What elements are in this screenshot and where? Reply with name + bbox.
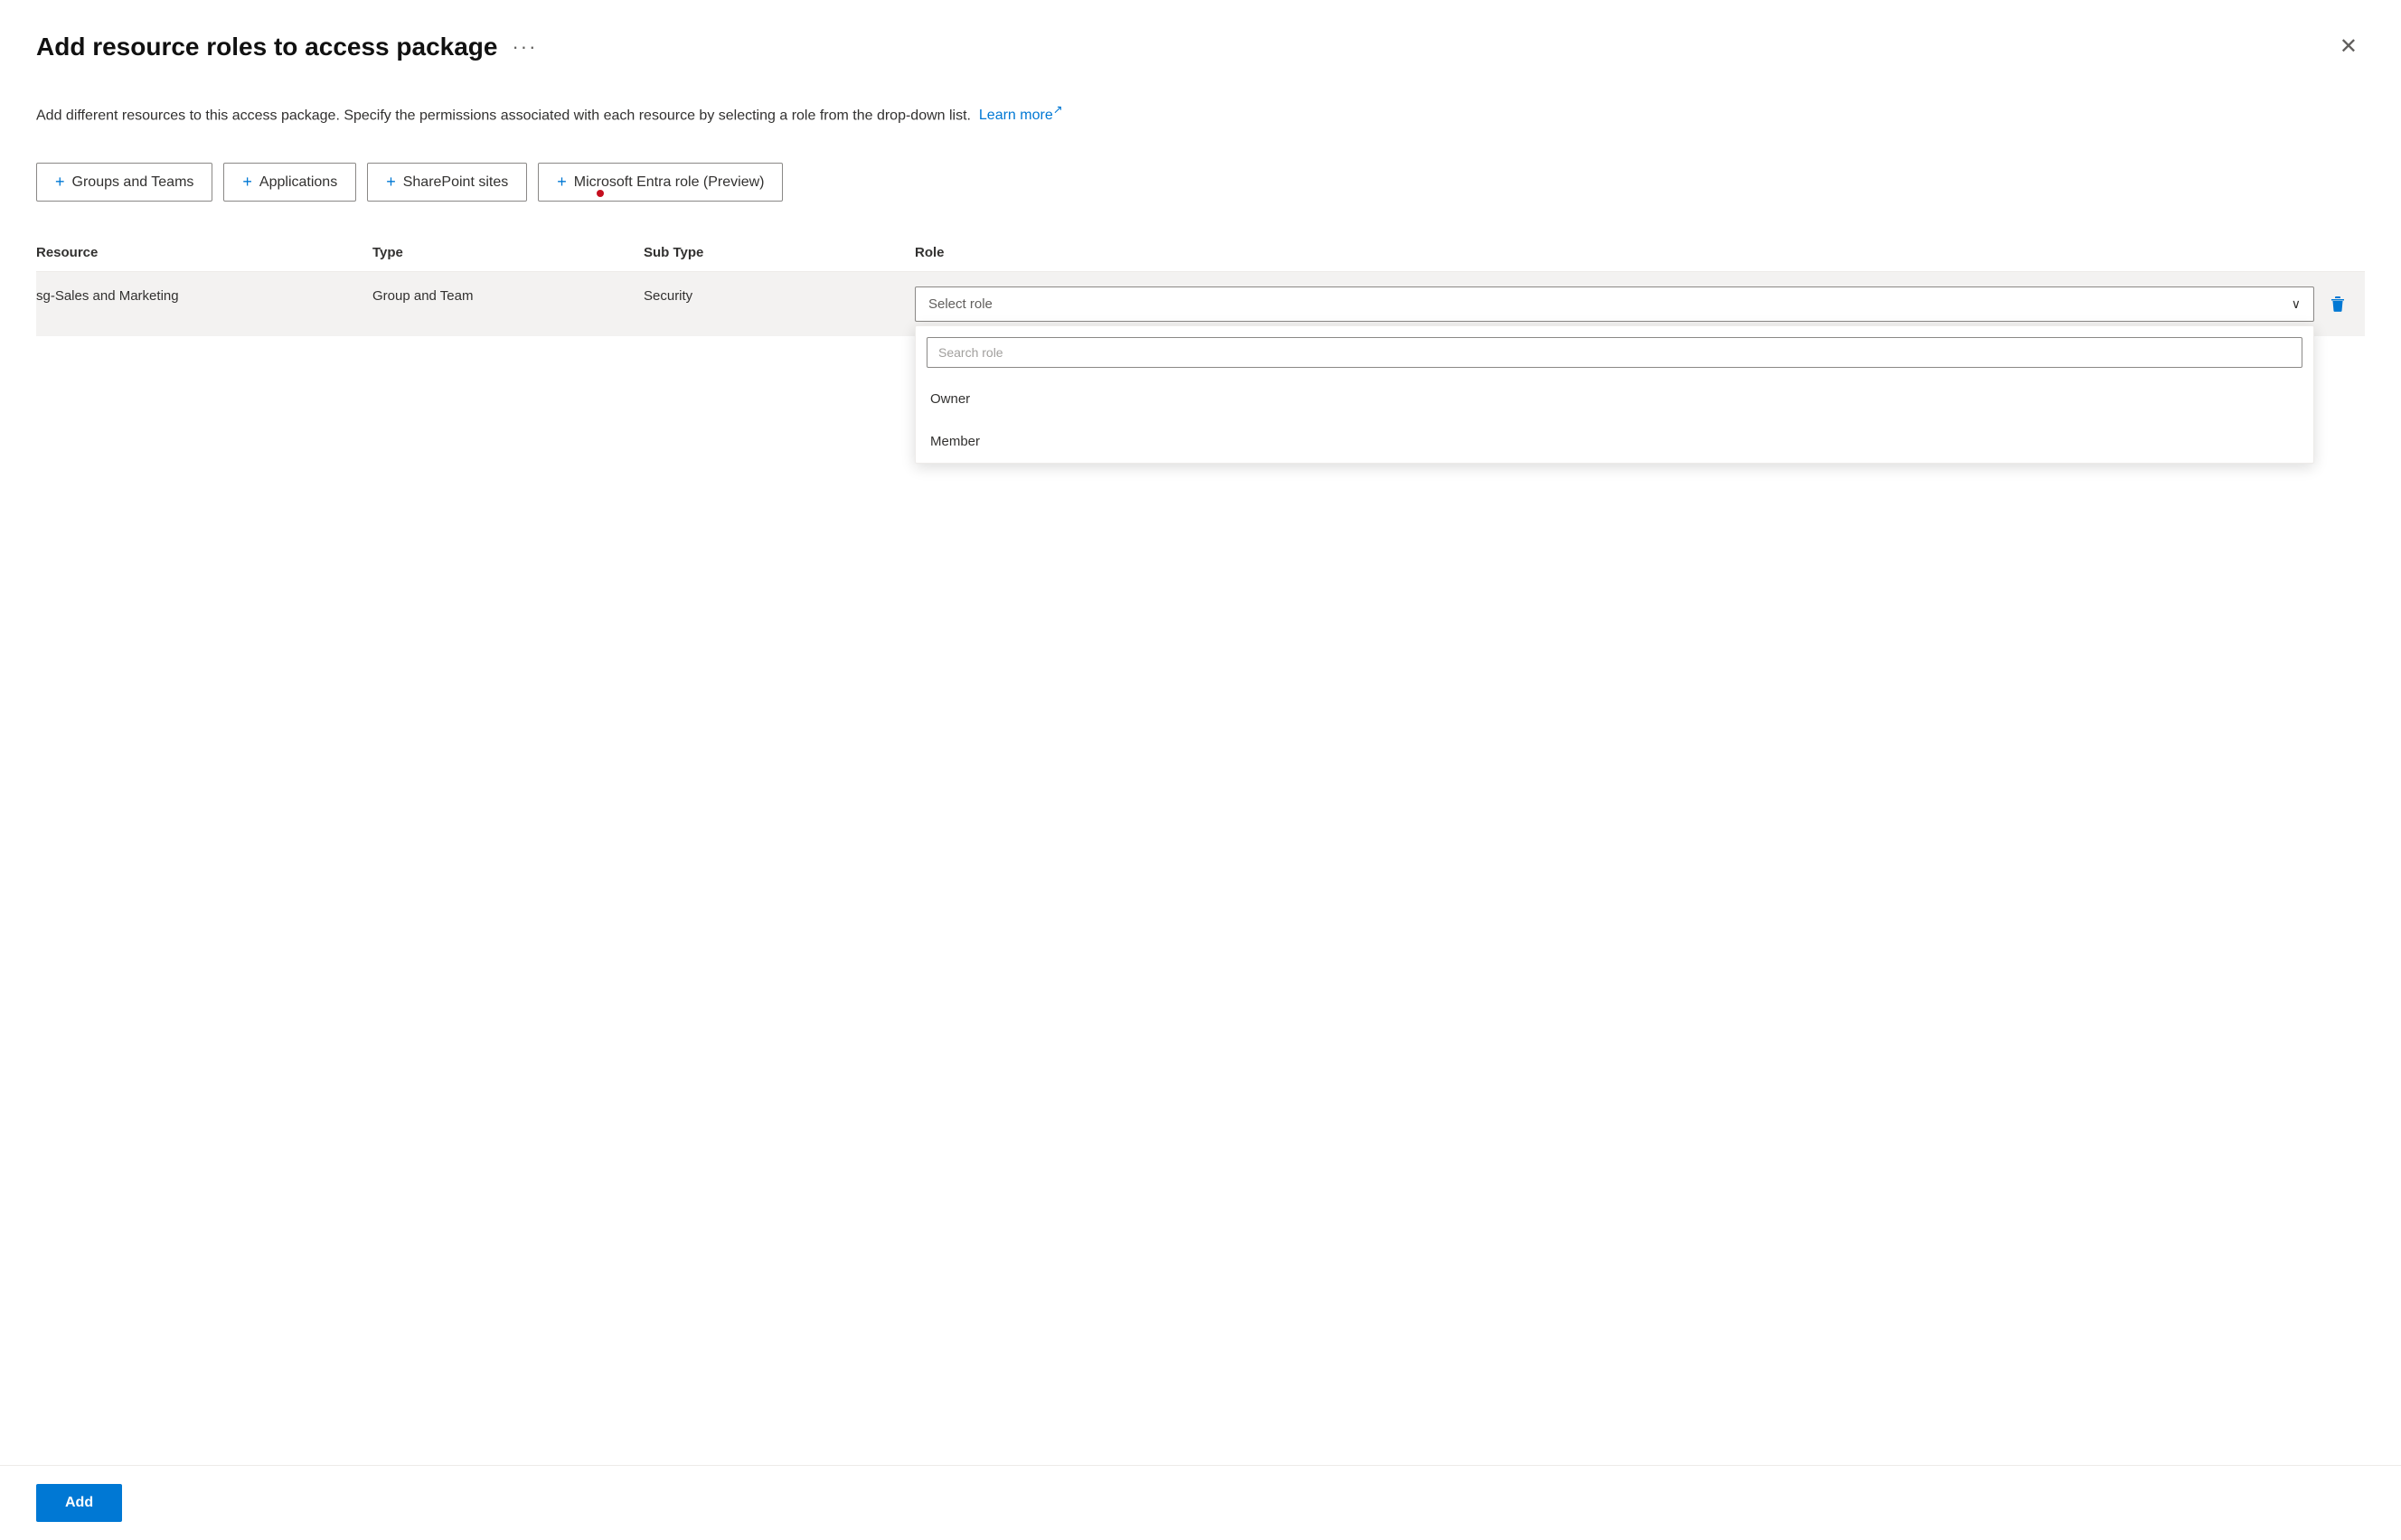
cell-sub-type: Security bbox=[633, 286, 904, 307]
role-option-owner[interactable]: Owner bbox=[916, 379, 2313, 421]
select-role-button[interactable]: Select role ∨ bbox=[915, 286, 2314, 322]
footer: Add bbox=[0, 1465, 2401, 1540]
plus-icon: + bbox=[55, 173, 65, 192]
description: Add different resources to this access p… bbox=[36, 101, 2365, 127]
table-header: Resource Type Sub Type Role bbox=[36, 238, 2365, 272]
plus-icon: + bbox=[242, 173, 252, 192]
tab-groups-and-teams-label: Groups and Teams bbox=[72, 174, 194, 191]
role-select-wrapper: Select role ∨ Owner Member bbox=[915, 286, 2314, 322]
close-button[interactable]: ✕ bbox=[2332, 29, 2365, 65]
description-text: Add different resources to this access p… bbox=[36, 108, 971, 123]
cell-resource: sg-Sales and Marketing bbox=[36, 286, 362, 307]
tab-sharepoint-sites-label: SharePoint sites bbox=[403, 174, 509, 191]
select-role-placeholder: Select role bbox=[928, 296, 993, 312]
red-dot-indicator bbox=[597, 190, 604, 197]
dialog-title-area: Add resource roles to access package ··· bbox=[36, 33, 537, 61]
add-button[interactable]: Add bbox=[36, 1484, 122, 1522]
tab-sharepoint-sites[interactable]: + SharePoint sites bbox=[367, 163, 527, 202]
col-header-sub-type: Sub Type bbox=[633, 245, 904, 260]
tab-applications[interactable]: + Applications bbox=[223, 163, 356, 202]
cell-type: Group and Team bbox=[362, 286, 633, 307]
col-header-role: Role bbox=[904, 245, 2365, 260]
plus-icon: + bbox=[386, 173, 396, 192]
trash-icon bbox=[2329, 296, 2347, 314]
delete-row-button[interactable] bbox=[2321, 288, 2354, 321]
table-area: Resource Type Sub Type Role sg-Sales and… bbox=[36, 238, 2365, 1504]
external-link-icon: ↗ bbox=[1053, 103, 1063, 117]
tab-applications-label: Applications bbox=[259, 174, 337, 191]
dialog-title: Add resource roles to access package bbox=[36, 33, 497, 61]
dialog-header: Add resource roles to access package ···… bbox=[36, 29, 2365, 65]
role-dropdown-menu: Owner Member bbox=[915, 325, 2314, 464]
cell-role: Select role ∨ Owner Member bbox=[904, 286, 2365, 322]
more-options-icon[interactable]: ··· bbox=[512, 35, 537, 59]
chevron-down-icon: ∨ bbox=[2292, 296, 2301, 312]
tab-groups-and-teams[interactable]: + Groups and Teams bbox=[36, 163, 212, 202]
learn-more-link[interactable]: Learn more↗ bbox=[979, 108, 1063, 123]
table-row: sg-Sales and Marketing Group and Team Se… bbox=[36, 272, 2365, 336]
tab-microsoft-entra-role-label: Microsoft Entra role (Preview) bbox=[574, 174, 765, 191]
col-header-type: Type bbox=[362, 245, 633, 260]
col-header-resource: Resource bbox=[36, 245, 362, 260]
search-role-input[interactable] bbox=[927, 337, 2302, 368]
tab-buttons: + Groups and Teams + Applications + Shar… bbox=[36, 163, 2365, 202]
tab-microsoft-entra-role[interactable]: + Microsoft Entra role (Preview) bbox=[538, 163, 783, 202]
role-option-member[interactable]: Member bbox=[916, 421, 2313, 464]
dialog: Add resource roles to access package ···… bbox=[0, 0, 2401, 1540]
plus-icon: + bbox=[557, 173, 567, 192]
